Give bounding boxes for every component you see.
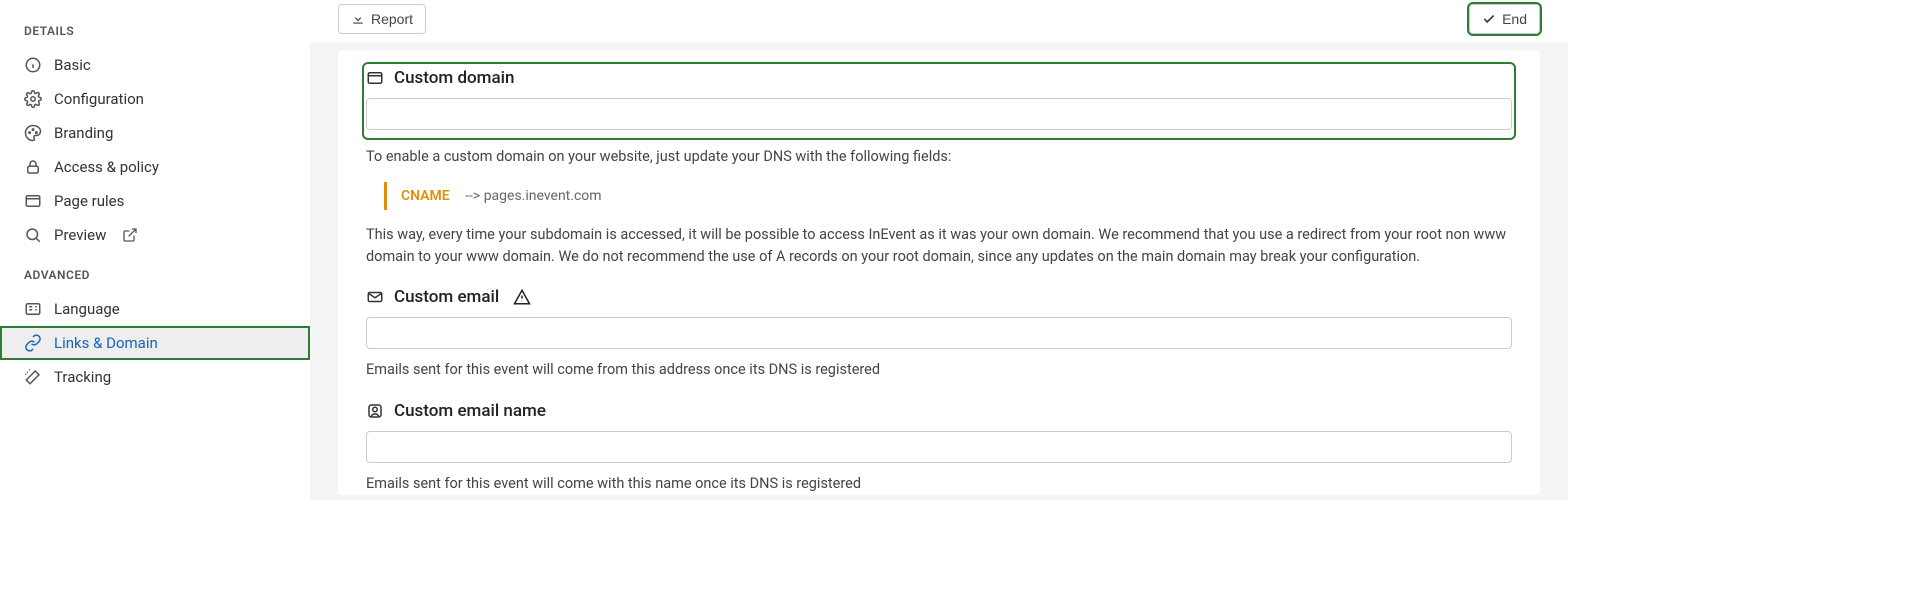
sidebar-item-label: Page rules — [54, 192, 124, 210]
sidebar-item-configuration[interactable]: Configuration — [0, 82, 310, 116]
custom-domain-header: Custom domain — [366, 68, 1512, 88]
custom-email-name-title: Custom email name — [394, 401, 546, 421]
sidebar-item-label: Links & Domain — [54, 334, 158, 352]
sidebar-item-links-domain[interactable]: Links & Domain — [0, 326, 310, 360]
envelope-icon — [366, 288, 384, 306]
wand-icon — [24, 368, 42, 386]
end-button-label: End — [1502, 11, 1527, 27]
custom-domain-help-intro: To enable a custom domain on your websit… — [366, 146, 1512, 168]
custom-email-header: Custom email — [366, 287, 1512, 307]
sidebar-item-basic[interactable]: Basic — [0, 48, 310, 82]
custom-domain-help-body: This way, every time your subdomain is a… — [366, 224, 1512, 268]
topbar: Report End — [310, 0, 1568, 42]
check-icon — [1482, 12, 1496, 26]
dns-cname-target: --> pages.inevent.com — [465, 188, 601, 204]
sidebar-item-label: Language — [54, 300, 120, 318]
search-icon — [24, 226, 42, 244]
dns-block: CNAME --> pages.inevent.com — [384, 182, 1512, 210]
custom-domain-block: Custom domain To enable a custom domain … — [366, 66, 1512, 267]
custom-email-help: Emails sent for this event will come fro… — [366, 359, 1512, 381]
custom-domain-title: Custom domain — [394, 68, 514, 88]
language-icon — [24, 300, 42, 318]
sidebar-item-label: Tracking — [54, 368, 111, 386]
content-scroll[interactable]: Custom domain To enable a custom domain … — [310, 42, 1568, 500]
sidebar-item-label: Access & policy — [54, 158, 159, 176]
custom-email-input[interactable] — [366, 317, 1512, 349]
sidebar: DETAILS Basic Configuration Branding Acc… — [0, 0, 310, 500]
custom-email-block: Custom email Emails sent for this event … — [366, 287, 1512, 381]
custom-email-name-block: Custom email name Emails sent for this e… — [366, 401, 1512, 495]
browser-icon — [366, 69, 384, 87]
download-icon — [351, 12, 365, 26]
sidebar-item-access-policy[interactable]: Access & policy — [0, 150, 310, 184]
sidebar-section-advanced: ADVANCED — [0, 252, 310, 292]
custom-email-name-input[interactable] — [366, 431, 1512, 463]
custom-email-title: Custom email — [394, 287, 499, 307]
sidebar-item-page-rules[interactable]: Page rules — [0, 184, 310, 218]
sidebar-item-branding[interactable]: Branding — [0, 116, 310, 150]
custom-domain-highlight: Custom domain — [366, 66, 1512, 136]
custom-email-name-help: Emails sent for this event will come wit… — [366, 473, 1512, 495]
settings-panel: Custom domain To enable a custom domain … — [338, 50, 1540, 495]
sidebar-item-label: Basic — [54, 56, 91, 74]
sidebar-item-preview[interactable]: Preview — [0, 218, 310, 252]
gear-icon — [24, 90, 42, 108]
id-badge-icon — [366, 402, 384, 420]
custom-email-name-header: Custom email name — [366, 401, 1512, 421]
sidebar-item-label: Preview — [54, 226, 106, 244]
custom-domain-input[interactable] — [366, 98, 1512, 130]
window-icon — [24, 192, 42, 210]
link-icon — [24, 334, 42, 352]
main: Report End Custom do — [310, 0, 1568, 500]
lock-icon — [24, 158, 42, 176]
report-button[interactable]: Report — [338, 4, 426, 34]
sidebar-item-label: Configuration — [54, 90, 144, 108]
external-link-icon — [122, 227, 138, 243]
sidebar-section-details: DETAILS — [0, 8, 310, 48]
report-button-label: Report — [371, 11, 413, 27]
info-icon — [24, 56, 42, 74]
palette-icon — [24, 124, 42, 142]
end-button[interactable]: End — [1469, 4, 1540, 34]
sidebar-item-tracking[interactable]: Tracking — [0, 360, 310, 394]
warning-icon — [513, 288, 531, 306]
sidebar-item-label: Branding — [54, 124, 113, 142]
sidebar-item-language[interactable]: Language — [0, 292, 310, 326]
dns-cname-label: CNAME — [401, 188, 450, 204]
